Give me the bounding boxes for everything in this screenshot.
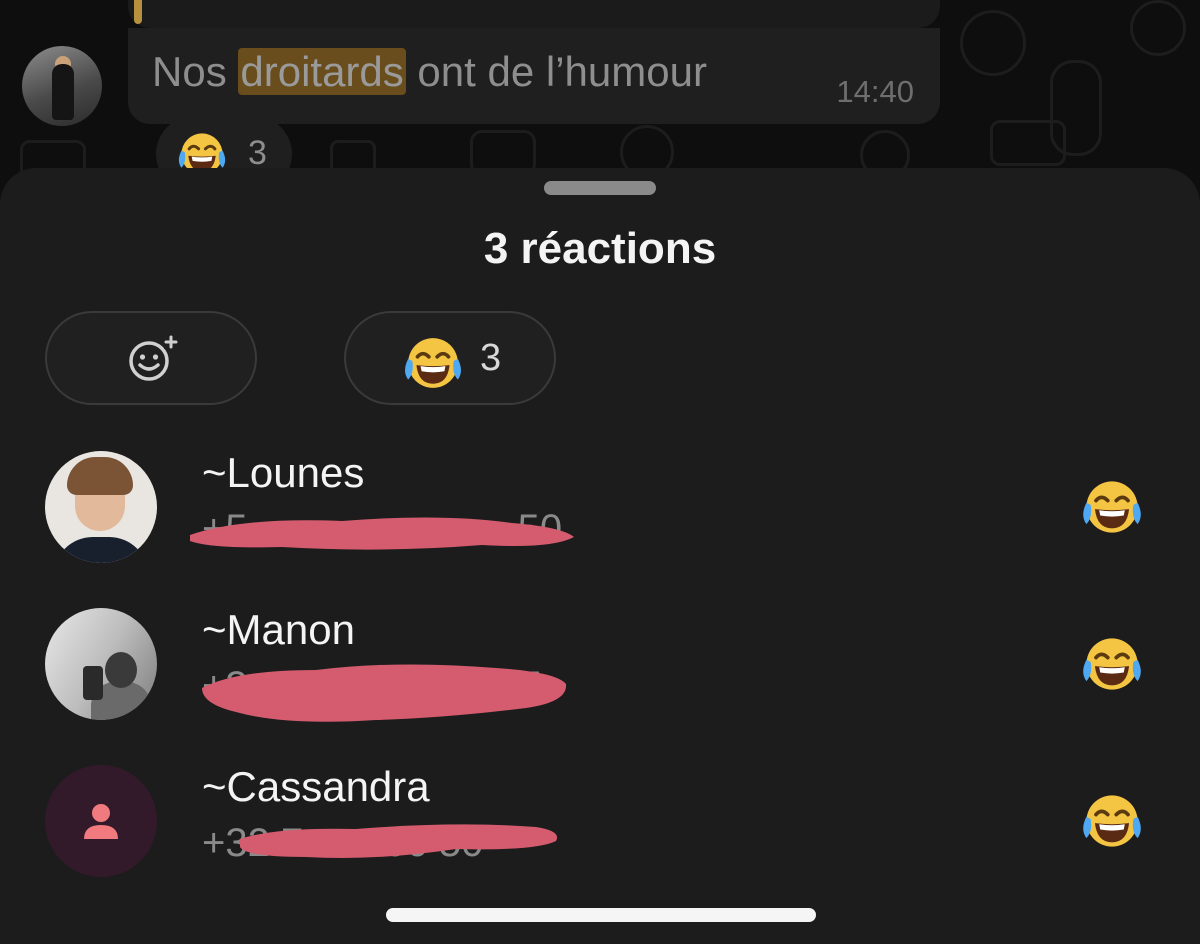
wallpaper-doodle [990, 120, 1066, 166]
avatar-photo-shirt [53, 537, 149, 563]
avatar-photo-head [105, 652, 137, 688]
quoted-message-bubble[interactable] [128, 0, 940, 28]
face-with-tears-of-joy-icon [1080, 634, 1144, 699]
home-indicator[interactable] [386, 908, 816, 922]
avatar-photo-figure [52, 64, 74, 120]
screen: Nos droitards ont de l’humour 14:40 3 3 … [0, 0, 1200, 944]
quote-bar [134, 0, 142, 24]
message-text: Nos droitards ont de l’humour [152, 48, 707, 96]
redaction-scribble [202, 664, 567, 722]
reaction-filter-count: 3 [480, 337, 502, 379]
message-bubble[interactable]: Nos droitards ont de l’humour 14:40 [128, 28, 940, 124]
add-reaction-icon [127, 335, 179, 388]
avatar[interactable] [45, 765, 157, 877]
wallpaper-doodle [1130, 0, 1186, 56]
redaction-scribble [190, 517, 574, 550]
message-time: 14:40 [836, 74, 914, 109]
redaction-scribble [240, 824, 558, 858]
add-reaction-button[interactable] [45, 311, 257, 405]
face-with-tears-of-joy-icon [1080, 477, 1144, 542]
reactor-row[interactable]: ~Manon +345 [0, 606, 1200, 728]
reactor-name: ~Cassandra [202, 763, 430, 810]
reactor-name: ~Manon [202, 606, 355, 653]
face-with-tears-of-joy-icon [1080, 791, 1144, 856]
sender-avatar[interactable] [22, 46, 102, 126]
face-with-tears-of-joy-icon [401, 334, 465, 397]
avatar-photo-phone [83, 666, 103, 700]
avatar[interactable] [45, 608, 157, 720]
reactor-row[interactable]: ~Lounes +550 [0, 449, 1200, 571]
reactor-row[interactable]: ~Cassandra +32 766 50 [0, 763, 1200, 885]
avatar[interactable] [45, 451, 157, 563]
message-text-before: Nos [152, 48, 239, 95]
sheet-grabber[interactable] [544, 181, 656, 195]
reactions-sheet: 3 réactions 3 ~Lounes ~Manon ~Cassandra … [0, 168, 1200, 944]
sheet-title: 3 réactions [483, 224, 717, 273]
reactor-name: ~Lounes [202, 449, 365, 496]
wallpaper-doodle [960, 10, 1026, 76]
person-icon [81, 801, 121, 846]
message-text-after: ont de l’humour [405, 48, 707, 95]
reaction-filter-laugh[interactable]: 3 [344, 311, 556, 405]
search-highlight: droitards [238, 48, 406, 95]
avatar-photo-hair [67, 457, 133, 495]
